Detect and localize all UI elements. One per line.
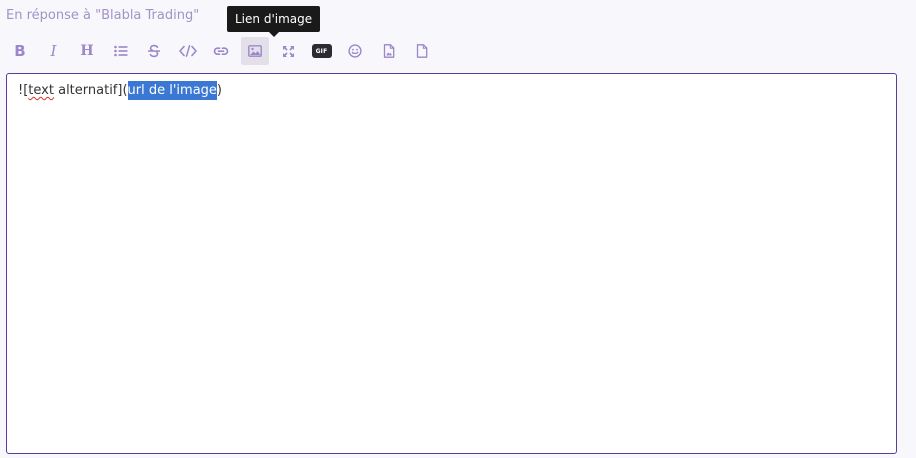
bold-icon: B [14, 41, 26, 60]
message-editor[interactable]: ![text alternatif](url de l'image) [6, 73, 897, 454]
link-button[interactable] [207, 37, 235, 65]
italic-icon: I [50, 41, 57, 60]
image-icon [247, 45, 262, 57]
image-file-icon [383, 44, 394, 58]
markdown-prefix: ![ [18, 83, 29, 98]
gif-button[interactable]: GIF [308, 37, 336, 65]
upload-image-button[interactable] [375, 37, 403, 65]
markdown-suffix: ) [216, 83, 222, 98]
strikethrough-button[interactable] [140, 37, 168, 65]
emoji-icon [348, 44, 362, 58]
strikethrough-icon [148, 44, 160, 58]
italic-button[interactable]: I [40, 37, 68, 65]
code-button[interactable] [174, 37, 202, 65]
image-link-tooltip: Lien d'image [227, 6, 321, 37]
code-icon [178, 45, 197, 57]
fullscreen-button[interactable] [274, 37, 302, 65]
markdown-middle: alternatif]( [53, 83, 128, 98]
editor-text-line: ![text alternatif](url de l'image) [18, 81, 222, 100]
heading-icon: H [80, 43, 94, 59]
upload-file-button[interactable] [408, 37, 436, 65]
formatting-toolbar: B I H GIF [6, 37, 442, 65]
selected-text: url de l'image [127, 81, 217, 100]
heading-button[interactable]: H [73, 37, 101, 65]
expand-icon [282, 45, 294, 57]
file-icon [416, 44, 428, 58]
bulleted-list-button[interactable] [107, 37, 135, 65]
bold-button[interactable]: B [6, 37, 34, 65]
link-icon [213, 47, 229, 56]
bulleted-list-icon [113, 45, 127, 57]
reply-to-label: En réponse à "Blabla Trading" [6, 8, 200, 23]
emoji-button[interactable] [341, 37, 369, 65]
gif-icon: GIF [311, 44, 332, 58]
misspelled-word: text [28, 83, 54, 98]
image-link-button[interactable] [240, 37, 269, 65]
